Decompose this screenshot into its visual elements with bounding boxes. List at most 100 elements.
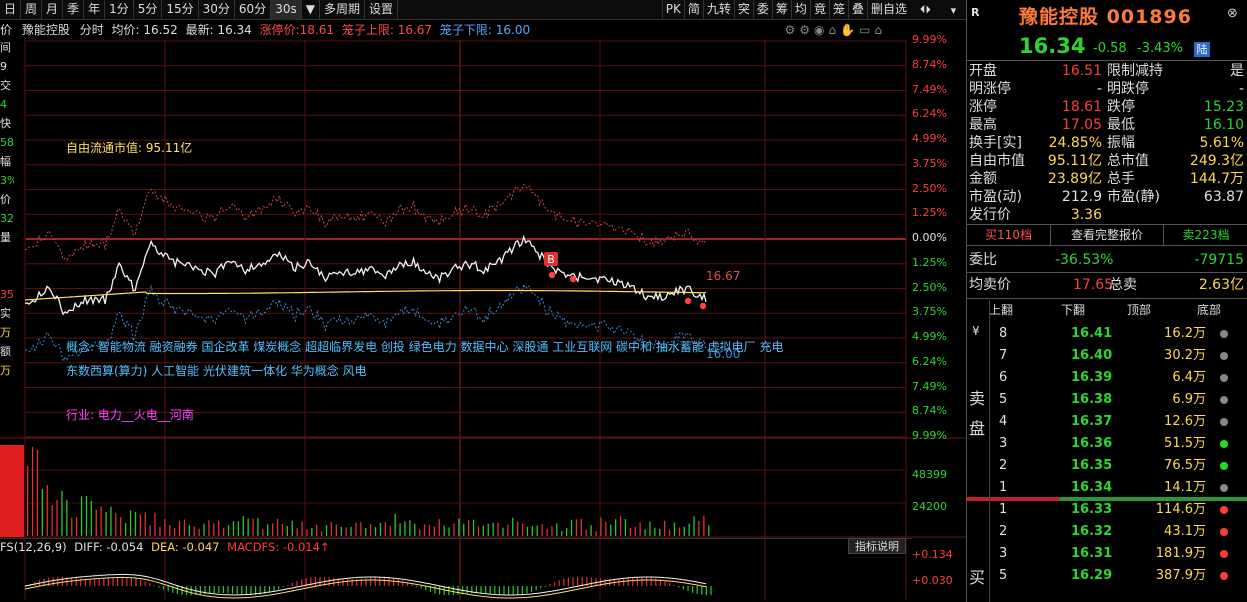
sell-level-row[interactable]: 1 16.34 14.1万: [967, 477, 1247, 499]
volume-bar: [316, 524, 318, 536]
macd-bar: [296, 581, 298, 586]
tool-button[interactable]: 突: [733, 0, 753, 20]
macd-bar: [351, 578, 353, 586]
indicator-explain-button[interactable]: 指标说明: [848, 538, 906, 554]
macd-bar: [213, 586, 215, 594]
macd-bar: [673, 585, 675, 587]
sell-level-row[interactable]: 5 16.38 6.9万: [967, 389, 1247, 411]
current-price: 16.34: [1019, 34, 1086, 58]
page-up-button[interactable]: 上翻: [989, 300, 1013, 320]
period-button[interactable]: 30s: [271, 0, 302, 20]
page-down-button[interactable]: 下翻: [1061, 300, 1085, 320]
period-button[interactable]: 月: [42, 0, 64, 20]
buy-level-row[interactable]: 1 16.33 114.6万: [967, 499, 1247, 521]
buy-level-row[interactable]: 5 16.29 387.9万: [967, 565, 1247, 587]
full-quote-tab[interactable]: 查看完整报价: [1051, 225, 1163, 245]
macd-bar: [232, 586, 234, 594]
macd-bar: [301, 579, 303, 586]
stat-label: 限制减持: [1107, 63, 1163, 79]
concept-line-2: 东数西算(算力) 人工智能 光伏建筑一体化 华为概念 风电: [66, 364, 367, 378]
volume-bar: [90, 500, 92, 536]
panel-toggle-icon[interactable]: ⏴⏵: [920, 3, 931, 17]
macd-bar: [282, 586, 284, 588]
ratio-pct: -36.53%: [1055, 252, 1114, 268]
tool-buttons: PK 简九转突委筹均竟笼叠删自选: [661, 0, 910, 20]
sell-level-row[interactable]: 7 16.40 30.2万: [967, 345, 1247, 367]
level-status-dot: [1220, 374, 1228, 382]
stock-name: 豫能控股: [21, 23, 70, 37]
period-button[interactable]: 设置: [365, 0, 398, 20]
volume-bar: [66, 499, 68, 536]
level-price: 16.41: [1071, 326, 1113, 341]
period-button[interactable]: 多周期: [320, 0, 365, 20]
ratio-label: 委比: [969, 252, 997, 268]
macd-bar: [107, 577, 109, 586]
period-button[interactable]: 1分: [105, 0, 134, 20]
tool-button[interactable]: 竟: [809, 0, 829, 20]
tool-button[interactable]: 筹: [771, 0, 791, 20]
period-button[interactable]: 60分: [235, 0, 272, 20]
tool-button[interactable]: 删自选: [866, 0, 910, 20]
stat-label: 总市值: [1107, 153, 1149, 169]
bottom-button[interactable]: 底部: [1197, 300, 1221, 320]
tool-button[interactable]: 均: [790, 0, 810, 20]
macd-bar: [89, 578, 91, 586]
top-button[interactable]: 顶部: [1127, 300, 1151, 320]
level-number: 2: [999, 524, 1008, 539]
tool-button[interactable]: 简: [683, 0, 703, 20]
period-button[interactable]: ▼: [302, 0, 320, 20]
axis-pct-label: 9.99%: [912, 33, 947, 46]
period-button[interactable]: 周: [21, 0, 43, 20]
axis-pct-label: 7.49%: [912, 379, 947, 393]
level-price: 16.33: [1071, 502, 1113, 517]
sell-level-row[interactable]: 3 16.36 51.5万: [967, 433, 1247, 455]
sell-level-row[interactable]: 2 16.35 76.5万: [967, 455, 1247, 477]
period-button[interactable]: 年: [84, 0, 106, 20]
macd-bar: [563, 578, 565, 586]
toolbar-arrows: ⏴⏵ ▾: [910, 0, 966, 20]
buy-depth-tab[interactable]: 买110档: [967, 225, 1051, 245]
period-button[interactable]: 30分: [199, 0, 235, 20]
axis-pct-label: 1.25%: [912, 255, 947, 269]
level-price: 16.29: [1071, 568, 1113, 583]
tool-button[interactable]: 笼: [828, 0, 848, 20]
level-volume: 43.1万: [1164, 524, 1206, 539]
volume-bar: [262, 529, 264, 536]
period-button[interactable]: 季: [63, 0, 85, 20]
level-volume: 12.6万: [1164, 414, 1206, 429]
macd-bar: [535, 586, 537, 591]
quote-tabs: 买110档 查看完整报价 卖223档: [967, 224, 1247, 246]
period-button[interactable]: 5分: [134, 0, 163, 20]
tool-button[interactable]: 叠: [847, 0, 867, 20]
dropdown-arrow-icon[interactable]: ▾: [951, 4, 957, 17]
volume-bar: [169, 525, 171, 536]
sell-level-row[interactable]: 8 16.41 16.2万: [967, 323, 1247, 345]
axis-pct-label: 2.50%: [912, 280, 947, 294]
volume-bar: [615, 519, 617, 536]
sell-level-row[interactable]: 4 16.37 12.6万: [967, 411, 1247, 433]
volume-bar: [678, 527, 680, 536]
sell-level-row[interactable]: 6 16.39 6.4万: [967, 367, 1247, 389]
volume-bar: [272, 523, 274, 536]
chart-tool-icons[interactable]: ⚙⚙◉⌂✋▭⌂: [785, 20, 887, 40]
volume-bar: [619, 516, 622, 536]
tool-button[interactable]: 九转: [702, 0, 734, 20]
macd-bar: [416, 586, 418, 587]
tool-button[interactable]: PK: [661, 0, 684, 20]
period-button[interactable]: 日: [0, 0, 22, 20]
buy-level-row[interactable]: 3 16.31 181.9万: [967, 543, 1247, 565]
intraday-chart[interactable]: B 16.67 16.00: [0, 40, 966, 602]
volume-bar: [306, 529, 308, 536]
stat-row: 市盈(动) 212.9 市盈(静) 63.87: [969, 188, 1246, 206]
sell-depth-tab[interactable]: 卖223档: [1163, 225, 1247, 245]
period-button[interactable]: 15分: [162, 0, 199, 20]
macd-diff-value: DIFF: -0.054: [74, 540, 144, 554]
buy-level-row[interactable]: 2 16.32 43.1万: [967, 521, 1247, 543]
volume-bar: [134, 512, 137, 536]
close-panel-icon[interactable]: ⊗: [1227, 6, 1238, 21]
stat-value: 17.05: [1061, 117, 1102, 133]
volume-bar: [644, 529, 646, 536]
macd-bar: [117, 576, 119, 586]
tool-button[interactable]: 委: [752, 0, 772, 20]
buy-marker[interactable]: B: [544, 252, 558, 266]
